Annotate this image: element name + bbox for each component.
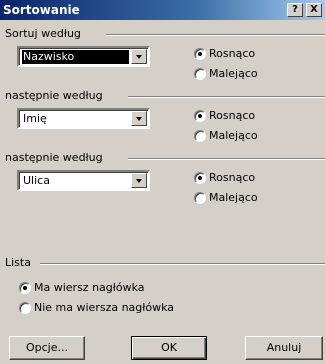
then-by-2-dropdown-button[interactable] [131, 173, 147, 188]
close-button[interactable]: X [306, 3, 322, 17]
title-bar: Sortowanie ? X [0, 0, 325, 20]
radio-button[interactable] [194, 48, 206, 60]
chevron-down-icon [136, 179, 142, 183]
chevron-down-icon [136, 55, 142, 59]
sort-by-ascending-label: Rosnąco [209, 47, 256, 60]
then-by-2-label: następnie według [5, 151, 103, 164]
sort-by-dropdown-button[interactable] [131, 49, 147, 64]
options-button[interactable]: Opcje... [9, 336, 85, 360]
radio-button[interactable] [194, 110, 206, 122]
radio-button[interactable] [194, 172, 206, 184]
then-by-2-value: Ulica [23, 174, 50, 187]
sort-by-label: Sortuj według [5, 27, 81, 40]
sort-dialog: Sortowanie ? X Sortuj według Nazwisko Ro… [0, 0, 325, 364]
radio-button[interactable] [194, 68, 206, 80]
radio-checked-dot [23, 286, 27, 290]
then-by-1-separator [128, 96, 325, 98]
chevron-down-icon [136, 117, 142, 121]
sort-by-descending-label: Malejąco [209, 67, 258, 80]
cancel-button[interactable]: Anuluj [245, 336, 323, 360]
then-by-2-separator [128, 158, 325, 160]
radio-checked-dot [198, 176, 202, 180]
then-by-1-ascending-label: Rosnąco [209, 109, 256, 122]
radio-button[interactable] [194, 130, 206, 142]
sort-by-value: Nazwisko [22, 50, 129, 64]
then-by-1-descending-label: Malejąco [209, 129, 258, 142]
then-by-1-value: Imię [23, 112, 47, 125]
radio-button[interactable] [19, 282, 31, 294]
sort-by-combo[interactable]: Nazwisko [17, 46, 150, 67]
list-separator [40, 263, 325, 265]
dialog-title: Sortowanie [3, 3, 80, 17]
sort-by-separator [106, 34, 325, 36]
then-by-1-dropdown-button[interactable] [131, 111, 147, 126]
radio-button[interactable] [194, 192, 206, 204]
then-by-1-label: następnie według [5, 89, 103, 102]
list-label: Lista [5, 256, 31, 269]
radio-button[interactable] [19, 302, 31, 314]
then-by-1-combo[interactable]: Imię [17, 108, 150, 129]
then-by-2-descending-label: Malejąco [209, 191, 258, 204]
radio-checked-dot [198, 114, 202, 118]
help-button[interactable]: ? [287, 3, 303, 17]
then-by-2-combo[interactable]: Ulica [17, 170, 150, 191]
has-header-row-label: Ma wiersz nagłówka [34, 281, 145, 294]
ok-button[interactable]: OK [131, 336, 207, 360]
no-header-row-label: Nie ma wiersza nagłówka [34, 301, 175, 314]
radio-checked-dot [198, 52, 202, 56]
then-by-2-ascending-label: Rosnąco [209, 171, 256, 184]
